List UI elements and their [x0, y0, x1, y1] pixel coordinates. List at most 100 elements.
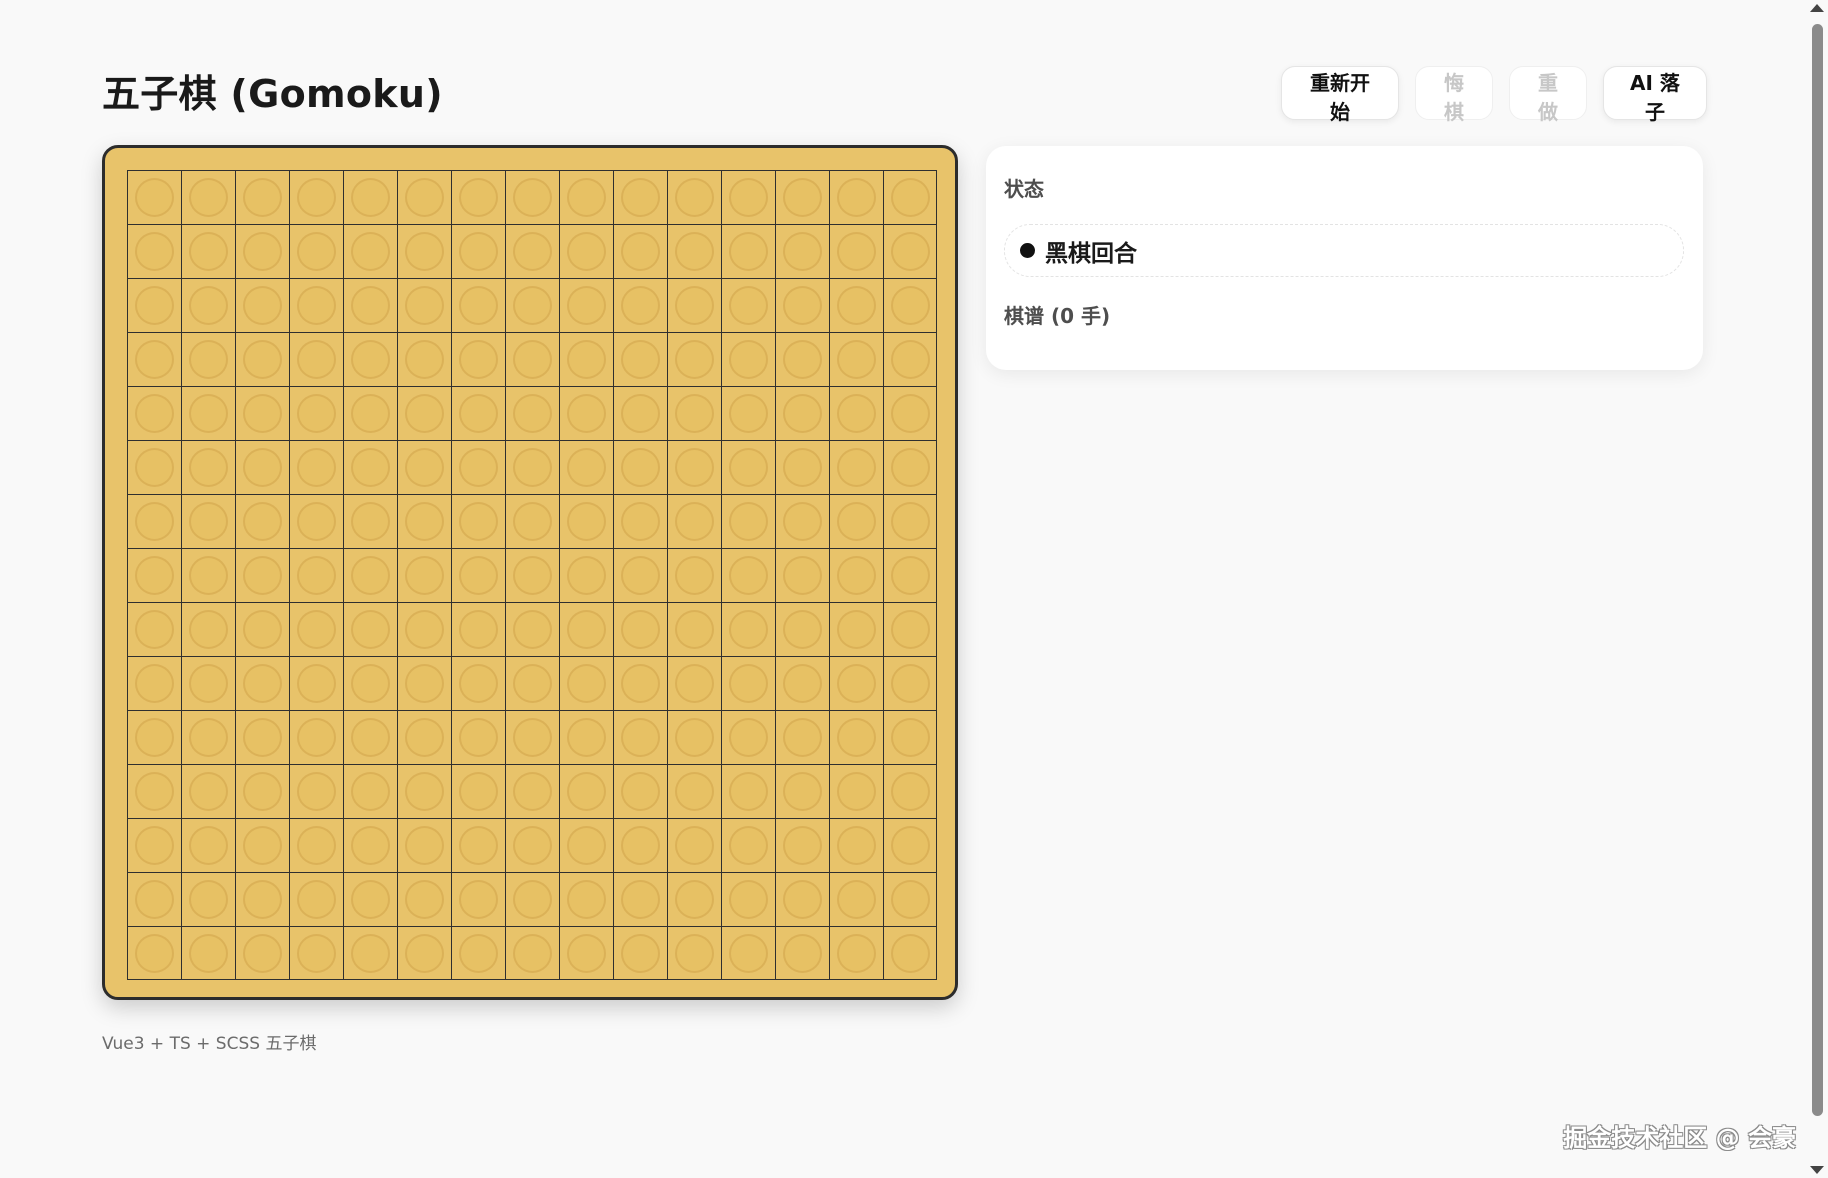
- board-cell[interactable]: [775, 386, 829, 440]
- vertical-scrollbar[interactable]: [1808, 0, 1826, 1178]
- board-cell[interactable]: [559, 764, 613, 818]
- board-cell[interactable]: [127, 170, 181, 224]
- board-cell[interactable]: [559, 818, 613, 872]
- board-cell[interactable]: [343, 224, 397, 278]
- board-cell[interactable]: [559, 548, 613, 602]
- board-cell[interactable]: [613, 278, 667, 332]
- board-cell[interactable]: [829, 386, 883, 440]
- board-cell[interactable]: [181, 548, 235, 602]
- board-cell[interactable]: [397, 278, 451, 332]
- board-cell[interactable]: [235, 332, 289, 386]
- board-cell[interactable]: [775, 332, 829, 386]
- board-cell[interactable]: [559, 224, 613, 278]
- board-cell[interactable]: [829, 602, 883, 656]
- board-cell[interactable]: [127, 872, 181, 926]
- board-cell[interactable]: [235, 170, 289, 224]
- board-cell[interactable]: [235, 602, 289, 656]
- board-cell[interactable]: [775, 872, 829, 926]
- board-cell[interactable]: [181, 278, 235, 332]
- board-cell[interactable]: [505, 926, 559, 980]
- board-cell[interactable]: [721, 764, 775, 818]
- board-cell[interactable]: [721, 332, 775, 386]
- board-cell[interactable]: [451, 440, 505, 494]
- board-cell[interactable]: [883, 548, 937, 602]
- board-cell[interactable]: [181, 224, 235, 278]
- board-cell[interactable]: [181, 386, 235, 440]
- board-cell[interactable]: [883, 872, 937, 926]
- board-cell[interactable]: [883, 440, 937, 494]
- board-cell[interactable]: [397, 548, 451, 602]
- board-cell[interactable]: [397, 872, 451, 926]
- board-cell[interactable]: [559, 278, 613, 332]
- board-cell[interactable]: [127, 710, 181, 764]
- board-cell[interactable]: [721, 386, 775, 440]
- board-cell[interactable]: [289, 440, 343, 494]
- board-cell[interactable]: [343, 710, 397, 764]
- board-cell[interactable]: [343, 818, 397, 872]
- board-cell[interactable]: [127, 440, 181, 494]
- board-cell[interactable]: [829, 224, 883, 278]
- board-cell[interactable]: [451, 332, 505, 386]
- board-cell[interactable]: [667, 332, 721, 386]
- board-cell[interactable]: [721, 170, 775, 224]
- board-cell[interactable]: [451, 548, 505, 602]
- board-cell[interactable]: [451, 224, 505, 278]
- board-cell[interactable]: [505, 710, 559, 764]
- board-cell[interactable]: [829, 440, 883, 494]
- board-cell[interactable]: [505, 224, 559, 278]
- board-cell[interactable]: [667, 872, 721, 926]
- board-cell[interactable]: [181, 710, 235, 764]
- board-cell[interactable]: [613, 710, 667, 764]
- board-cell[interactable]: [397, 170, 451, 224]
- board-cell[interactable]: [775, 656, 829, 710]
- board-cell[interactable]: [775, 818, 829, 872]
- board-cell[interactable]: [829, 332, 883, 386]
- board-cell[interactable]: [667, 656, 721, 710]
- board-cell[interactable]: [451, 494, 505, 548]
- board-cell[interactable]: [505, 872, 559, 926]
- board-cell[interactable]: [829, 656, 883, 710]
- board-cell[interactable]: [181, 494, 235, 548]
- board-cell[interactable]: [343, 926, 397, 980]
- scroll-down-icon[interactable]: [1810, 1166, 1824, 1174]
- board-cell[interactable]: [397, 710, 451, 764]
- board-cell[interactable]: [883, 332, 937, 386]
- board-cell[interactable]: [883, 494, 937, 548]
- board-cell[interactable]: [343, 170, 397, 224]
- board-cell[interactable]: [505, 548, 559, 602]
- board-cell[interactable]: [667, 926, 721, 980]
- board-cell[interactable]: [289, 548, 343, 602]
- board-cell[interactable]: [883, 926, 937, 980]
- board-cell[interactable]: [397, 602, 451, 656]
- board-cell[interactable]: [289, 656, 343, 710]
- board-cell[interactable]: [505, 440, 559, 494]
- board-cell[interactable]: [127, 656, 181, 710]
- board-cell[interactable]: [127, 764, 181, 818]
- board-cell[interactable]: [289, 224, 343, 278]
- board-cell[interactable]: [883, 602, 937, 656]
- redo-button[interactable]: 重做: [1509, 66, 1587, 124]
- board-cell[interactable]: [721, 440, 775, 494]
- board-cell[interactable]: [127, 926, 181, 980]
- board-cell[interactable]: [613, 548, 667, 602]
- board-cell[interactable]: [451, 170, 505, 224]
- board-cell[interactable]: [613, 764, 667, 818]
- board-cell[interactable]: [613, 386, 667, 440]
- board-cell[interactable]: [883, 656, 937, 710]
- board-cell[interactable]: [397, 386, 451, 440]
- board-cell[interactable]: [289, 494, 343, 548]
- board-cell[interactable]: [343, 656, 397, 710]
- board-cell[interactable]: [127, 332, 181, 386]
- board-cell[interactable]: [505, 764, 559, 818]
- board-cell[interactable]: [397, 926, 451, 980]
- board-cell[interactable]: [721, 278, 775, 332]
- board-cell[interactable]: [343, 332, 397, 386]
- board-cell[interactable]: [559, 602, 613, 656]
- board-cell[interactable]: [721, 872, 775, 926]
- board-cell[interactable]: [289, 278, 343, 332]
- board-cell[interactable]: [775, 170, 829, 224]
- board-cell[interactable]: [883, 764, 937, 818]
- board-cell[interactable]: [667, 602, 721, 656]
- board-cell[interactable]: [613, 224, 667, 278]
- board-cell[interactable]: [505, 494, 559, 548]
